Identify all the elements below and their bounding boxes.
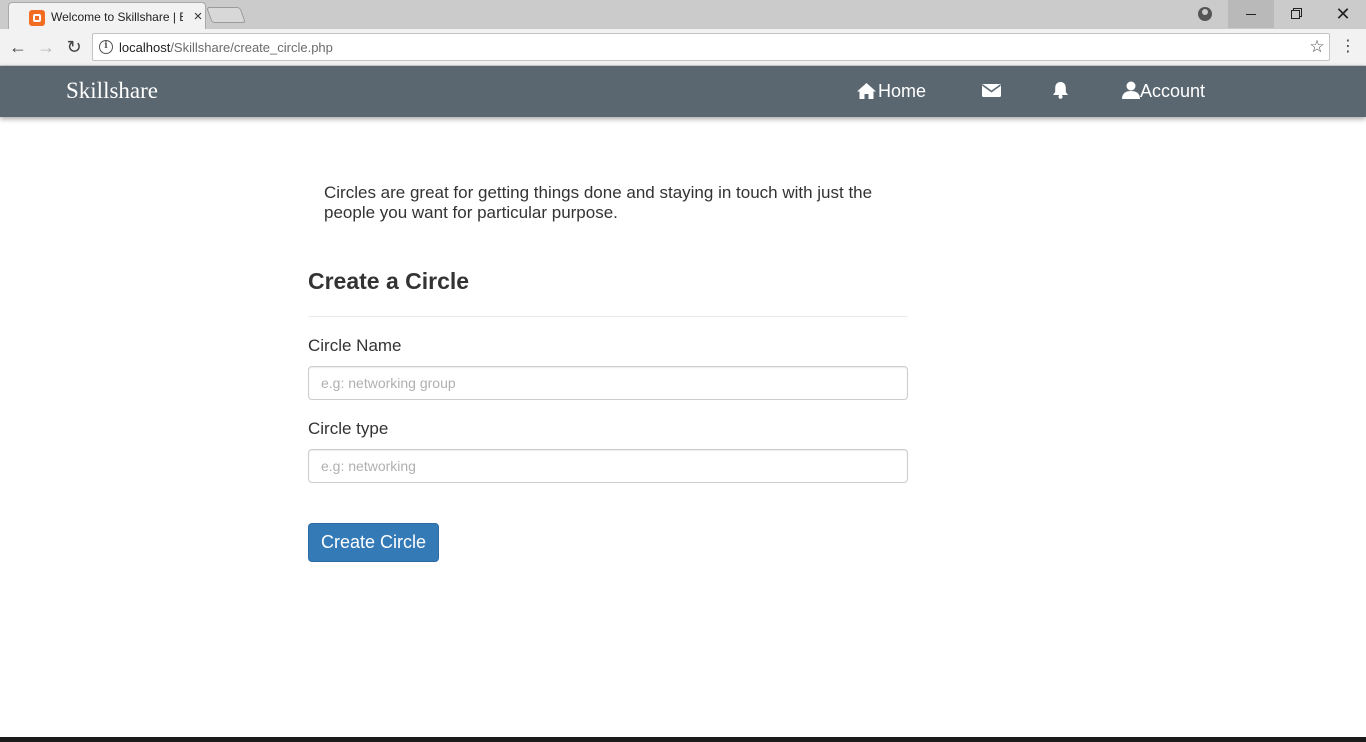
nav-account-label: Account xyxy=(1140,81,1206,101)
circle-type-label: Circle type xyxy=(308,419,389,438)
url-host: localhost xyxy=(119,40,171,55)
app-navbar: Skillshare Home Account xyxy=(0,66,1366,117)
close-window-button[interactable]: ✕ xyxy=(1320,0,1366,28)
xampp-favicon-icon xyxy=(29,10,45,26)
nav-messages-link[interactable] xyxy=(982,78,1001,104)
brand-logo[interactable]: Skillshare xyxy=(66,78,158,106)
browser-tab[interactable]: Welcome to Skillshare | B × xyxy=(8,2,206,29)
nav-account-link[interactable]: Account xyxy=(1122,78,1205,104)
url-path: /Skillshare/create_circle.php xyxy=(170,40,333,55)
circle-type-input[interactable] xyxy=(308,449,908,483)
back-arrow-icon[interactable]: ← xyxy=(6,35,30,59)
browser-tabstrip: Welcome to Skillshare | B × ✕ xyxy=(0,0,1366,29)
create-circle-button[interactable]: Create Circle xyxy=(308,523,439,562)
profile-icon[interactable] xyxy=(1182,0,1228,28)
bell-icon xyxy=(1052,81,1069,101)
nav-notifications-link[interactable] xyxy=(1052,78,1069,104)
intro-text: Circles are great for getting things don… xyxy=(324,183,873,222)
address-bar[interactable]: i localhost/Skillshare/create_circle.php… xyxy=(92,33,1330,61)
restore-button[interactable] xyxy=(1274,0,1320,28)
nav-home-link[interactable]: Home xyxy=(856,78,926,104)
user-icon xyxy=(1122,80,1140,106)
envelope-icon xyxy=(982,81,1001,101)
reload-icon[interactable]: ↻ xyxy=(62,35,86,59)
site-info-icon[interactable]: i xyxy=(99,40,113,54)
url-text[interactable]: localhost/Skillshare/create_circle.php xyxy=(119,40,333,56)
browser-toolbar: ← → ↻ i localhost/Skillshare/create_circ… xyxy=(0,29,1366,66)
taskbar-edge xyxy=(0,737,1366,742)
tab-title: Welcome to Skillshare | B xyxy=(51,10,183,24)
nav-home-label: Home xyxy=(878,81,927,101)
tab-close-icon[interactable]: × xyxy=(191,8,205,26)
circle-name-label: Circle Name xyxy=(308,336,402,355)
title-divider xyxy=(308,316,908,317)
minimize-button[interactable] xyxy=(1228,0,1274,28)
forward-arrow-icon[interactable]: → xyxy=(34,35,58,59)
circle-name-input[interactable] xyxy=(308,366,908,400)
bookmark-star-icon[interactable]: ☆ xyxy=(1307,36,1327,58)
page-title: Create a Circle xyxy=(308,268,470,294)
home-icon xyxy=(856,81,878,107)
new-tab-button[interactable] xyxy=(206,7,246,23)
browser-menu-icon[interactable]: ⋮ xyxy=(1338,35,1358,59)
